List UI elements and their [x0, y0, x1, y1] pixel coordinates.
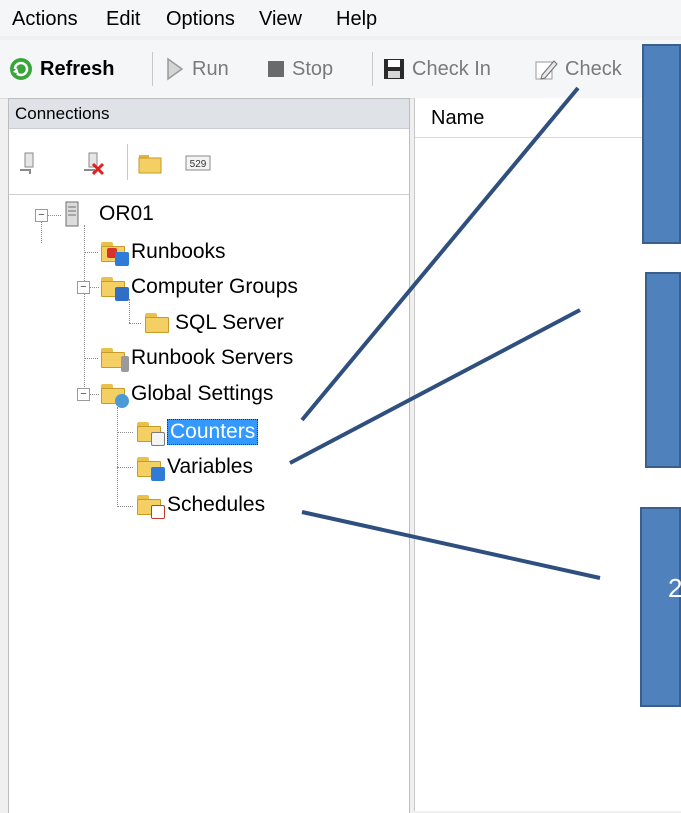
counter-icon[interactable]: 529 — [185, 150, 211, 176]
tree-label: SQL Server — [175, 311, 284, 334]
runbook-servers-folder-icon — [101, 348, 129, 372]
tree-line — [117, 467, 133, 468]
tree-line — [129, 323, 141, 324]
run-label: Run — [192, 57, 229, 80]
stop-icon — [268, 61, 284, 77]
save-icon — [384, 59, 404, 79]
check-out-button[interactable]: Check — [533, 54, 622, 84]
check-out-label: Check — [565, 57, 622, 80]
tree-line — [84, 225, 85, 395]
tree-node-computer-groups[interactable]: Computer Groups — [101, 272, 298, 302]
disconnect-icon[interactable] — [81, 150, 107, 176]
tree-line — [117, 407, 118, 507]
callout-box-variables — [645, 272, 681, 468]
collapse-icon[interactable]: − — [77, 281, 90, 294]
tree-line — [117, 432, 133, 433]
connections-header: Connections — [9, 99, 409, 129]
callout-box-counters — [642, 44, 681, 244]
runbooks-folder-icon — [101, 242, 129, 266]
counters-folder-icon — [137, 422, 165, 446]
tree-line — [84, 252, 98, 253]
tree-label: Runbooks — [131, 240, 226, 263]
tree-line — [47, 215, 61, 216]
toolbar-separator — [372, 52, 373, 86]
global-settings-folder-icon — [101, 384, 129, 408]
tools-separator — [127, 144, 128, 180]
toolbar: Refresh Run Stop Check In Check — [0, 40, 681, 99]
tree-line — [89, 287, 99, 288]
collapse-icon[interactable]: − — [77, 388, 90, 401]
tree-node-or01[interactable]: OR01 — [65, 199, 154, 229]
run-button[interactable]: Run — [164, 54, 229, 84]
tree-line — [117, 506, 133, 507]
tree-node-runbook-servers[interactable]: Runbook Servers — [101, 343, 293, 373]
menu-bar: Actions Edit Options View Help — [0, 0, 681, 36]
callout-box-schedules: 2 — [640, 507, 681, 707]
menu-view[interactable]: View — [259, 6, 302, 32]
pencil-icon — [535, 60, 558, 80]
schedules-folder-icon — [137, 495, 165, 519]
variables-folder-icon — [137, 457, 165, 481]
folder-icon — [145, 313, 169, 333]
tree-label: Schedules — [167, 493, 266, 516]
menu-actions[interactable]: Actions — [12, 6, 78, 32]
svg-text:529: 529 — [190, 159, 207, 170]
check-in-label: Check In — [412, 57, 491, 80]
tree-label: OR01 — [99, 202, 154, 225]
play-icon — [167, 57, 184, 81]
computer-groups-folder-icon — [101, 277, 129, 301]
tree-label: Computer Groups — [131, 275, 298, 298]
new-folder-icon[interactable] — [137, 150, 163, 176]
tree-node-variables[interactable]: Variables — [137, 452, 253, 482]
tree-line — [84, 358, 98, 359]
connect-icon[interactable] — [17, 150, 43, 176]
refresh-icon — [10, 58, 32, 80]
tree-line — [129, 299, 130, 323]
tree-label: Runbook Servers — [131, 346, 294, 369]
stop-button[interactable]: Stop — [266, 54, 333, 84]
tree-node-sql-server[interactable]: SQL Server — [145, 308, 284, 338]
refresh-button[interactable]: Refresh — [8, 54, 114, 84]
collapse-icon[interactable]: − — [35, 209, 48, 222]
refresh-label: Refresh — [40, 57, 115, 80]
menu-options[interactable]: Options — [166, 6, 235, 32]
tree-node-runbooks[interactable]: Runbooks — [101, 237, 226, 267]
tree-line — [41, 221, 42, 243]
tree-label: Variables — [167, 455, 253, 478]
tree-node-schedules[interactable]: Schedules — [137, 490, 265, 520]
tree-node-global-settings[interactable]: Global Settings — [101, 379, 273, 409]
menu-help[interactable]: Help — [336, 6, 377, 32]
tree-label: Counters — [167, 419, 259, 445]
stop-label: Stop — [292, 57, 334, 80]
tree-label: Global Settings — [131, 382, 274, 405]
toolbar-separator — [152, 52, 153, 86]
server-icon — [65, 201, 79, 227]
check-in-button[interactable]: Check In — [382, 54, 491, 84]
connections-toolbar: 529 — [9, 130, 409, 194]
tree-node-counters[interactable]: Counters — [137, 417, 259, 447]
connections-panel: Connections 529 − OR01 Runbooks − Comput… — [8, 98, 410, 813]
tree-line — [89, 394, 99, 395]
callout-text: 2 — [668, 573, 681, 603]
connections-tree: − OR01 Runbooks − Computer Groups SQL Se… — [9, 194, 409, 813]
menu-edit[interactable]: Edit — [106, 6, 140, 32]
